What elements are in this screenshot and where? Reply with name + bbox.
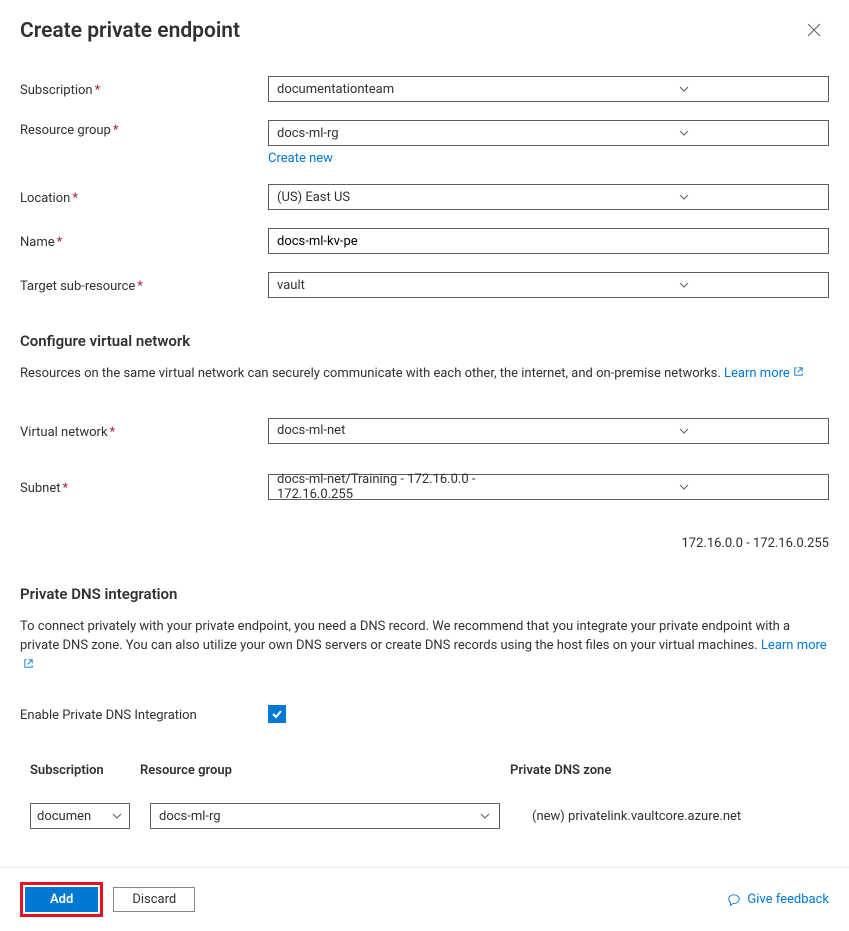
dns-zone-value: (new) privatelink.vaultcore.azure.net bbox=[532, 809, 741, 824]
resource-group-label: Resource group* bbox=[20, 120, 268, 138]
dns-table: Subscription Resource group Private DNS … bbox=[20, 763, 829, 829]
required-asterisk: * bbox=[110, 425, 116, 440]
discard-button[interactable]: Discard bbox=[113, 887, 195, 912]
name-label: Name* bbox=[20, 232, 268, 250]
panel-header: Create private endpoint bbox=[0, 0, 849, 54]
location-row: Location* (US) East US bbox=[20, 184, 829, 210]
give-feedback-link[interactable]: Give feedback bbox=[727, 892, 829, 907]
chevron-down-icon bbox=[479, 810, 491, 822]
required-asterisk: * bbox=[63, 481, 69, 496]
required-asterisk: * bbox=[113, 123, 119, 138]
footer: Add Discard Give feedback bbox=[0, 867, 849, 931]
name-input[interactable] bbox=[268, 228, 829, 254]
virtual-network-label: Virtual network* bbox=[20, 422, 268, 440]
dns-header-resource-group: Resource group bbox=[140, 763, 510, 778]
enable-dns-row: Enable Private DNS Integration bbox=[20, 705, 829, 723]
chevron-down-icon bbox=[549, 481, 821, 493]
enable-dns-label: Enable Private DNS Integration bbox=[20, 705, 268, 723]
vnet-section-description: Resources on the same virtual network ca… bbox=[20, 364, 829, 384]
location-select[interactable]: (US) East US bbox=[268, 184, 829, 210]
subnet-label: Subnet* bbox=[20, 478, 268, 496]
subnet-row: Subnet* docs-ml-net/Training - 172.16.0.… bbox=[20, 474, 829, 500]
dns-table-header: Subscription Resource group Private DNS … bbox=[20, 763, 829, 803]
subscription-select[interactable]: documentationteam bbox=[268, 76, 829, 102]
vnet-learn-more-link[interactable]: Learn more bbox=[724, 366, 804, 381]
close-icon bbox=[807, 23, 821, 37]
name-row: Name* bbox=[20, 228, 829, 254]
external-link-icon bbox=[23, 656, 34, 667]
create-new-link[interactable]: Create new bbox=[268, 151, 333, 166]
dns-header-private-dns-zone: Private DNS zone bbox=[510, 763, 829, 778]
target-sub-resource-row: Target sub-resource* vault bbox=[20, 272, 829, 298]
subnet-range-text: 172.16.0.0 - 172.16.0.255 bbox=[20, 536, 829, 551]
required-asterisk: * bbox=[57, 235, 63, 250]
virtual-network-select[interactable]: docs-ml-net bbox=[268, 418, 829, 444]
location-label: Location* bbox=[20, 188, 268, 206]
chevron-down-icon bbox=[549, 127, 821, 139]
target-sub-resource-label: Target sub-resource* bbox=[20, 276, 268, 294]
virtual-network-row: Virtual network* docs-ml-net bbox=[20, 418, 829, 444]
chevron-down-icon bbox=[549, 191, 821, 203]
dns-section-description: To connect privately with your private e… bbox=[20, 617, 829, 676]
dns-section-heading: Private DNS integration bbox=[20, 585, 829, 603]
subscription-label: Subscription* bbox=[20, 80, 268, 98]
check-icon bbox=[271, 708, 283, 720]
subscription-row: Subscription* documentationteam bbox=[20, 76, 829, 102]
chevron-down-icon bbox=[549, 279, 821, 291]
subnet-select[interactable]: docs-ml-net/Training - 172.16.0.0 - 172.… bbox=[268, 474, 829, 500]
feedback-icon bbox=[727, 893, 741, 907]
close-button[interactable] bbox=[799, 18, 829, 44]
required-asterisk: * bbox=[72, 191, 78, 206]
dns-resource-group-select[interactable]: docs-ml-rg bbox=[150, 803, 500, 829]
required-asterisk: * bbox=[137, 279, 143, 294]
dns-header-subscription: Subscription bbox=[20, 763, 140, 778]
dns-table-row: documen docs-ml-rg (new) privatelink.vau… bbox=[20, 803, 829, 829]
chevron-down-icon bbox=[549, 425, 821, 437]
add-button[interactable]: Add bbox=[25, 887, 98, 912]
resource-group-select[interactable]: docs-ml-rg bbox=[268, 120, 829, 146]
add-button-highlight: Add bbox=[20, 882, 103, 917]
vnet-section-heading: Configure virtual network bbox=[20, 332, 829, 350]
target-sub-resource-select[interactable]: vault bbox=[268, 272, 829, 298]
page-title: Create private endpoint bbox=[20, 19, 240, 43]
dns-subscription-select[interactable]: documen bbox=[30, 803, 130, 829]
enable-dns-checkbox[interactable] bbox=[268, 705, 286, 723]
chevron-down-icon bbox=[549, 83, 821, 95]
chevron-down-icon bbox=[111, 810, 123, 822]
required-asterisk: * bbox=[95, 83, 101, 98]
resource-group-row: Resource group* docs-ml-rg Create new bbox=[20, 120, 829, 166]
external-link-icon bbox=[793, 364, 804, 375]
